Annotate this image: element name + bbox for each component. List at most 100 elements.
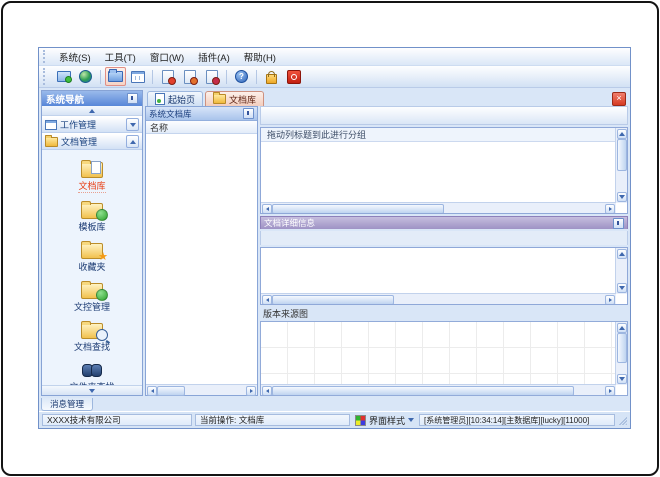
scroll-up-icon[interactable]	[617, 249, 627, 259]
grid-hscrollbar[interactable]	[261, 202, 616, 213]
pin-icon[interactable]	[613, 217, 624, 229]
sidebar-group-文档管理[interactable]: 文档管理	[42, 133, 142, 150]
scroll-left-icon[interactable]	[262, 295, 272, 304]
sidebar-items: 文档库模板库★收藏夹文控管理文档查找文件夹查找✓签出的文档	[42, 150, 142, 385]
chevron-button[interactable]	[126, 118, 139, 131]
sidebar-item-文控管理[interactable]: 文控管理	[47, 278, 137, 313]
doc-close-button[interactable]	[157, 67, 178, 86]
tree-panel-title: 系统文档库	[146, 107, 257, 121]
power-button[interactable]	[283, 67, 304, 86]
lock-button[interactable]	[261, 67, 282, 86]
status-operation: 当前操作: 文档库	[195, 414, 350, 426]
toolbar-grip[interactable]	[43, 68, 50, 85]
tree-column-header[interactable]: 名称	[146, 121, 257, 134]
badge-icon	[96, 329, 108, 341]
grid-icon	[45, 119, 57, 130]
sidebar-item-文档库[interactable]: 文档库	[47, 157, 137, 193]
grid-vscrollbar[interactable]	[615, 248, 627, 294]
ui-style-selector[interactable]: 界面样式	[353, 414, 416, 427]
tab-label: 起始页	[168, 94, 196, 105]
sidebar-expand-strip[interactable]	[42, 385, 142, 395]
menu-item[interactable]: 工具(T)	[98, 48, 143, 66]
document-panel: 拖动列标题到此进行分组 文档详细信息 版本来源图	[260, 106, 628, 396]
help-button[interactable]	[231, 67, 252, 86]
library-tree	[146, 134, 257, 384]
folder-window-button[interactable]	[105, 67, 126, 86]
scroll-left-icon[interactable]	[262, 204, 272, 213]
chevron-button[interactable]	[126, 135, 139, 148]
group-by-hint[interactable]: 拖动列标题到此进行分组	[261, 128, 616, 142]
toolbar-buttons	[53, 67, 304, 86]
scroll-right-icon[interactable]	[246, 386, 256, 396]
detail-panel-title: 文档详细信息	[264, 218, 316, 228]
sidebar-group-label: 文档管理	[61, 137, 98, 147]
tab-message-management[interactable]: 消息管理	[41, 398, 94, 411]
menu-item[interactable]: 帮助(H)	[237, 48, 283, 66]
scroll-thumb[interactable]	[272, 295, 394, 304]
main-area: 系统导航 工作管理文档管理文档库模板库★收藏夹文控管理文档查找文件夹查找✓签出的…	[39, 88, 630, 398]
sidebar-item-label: 模板库	[78, 222, 106, 232]
scroll-thumb[interactable]	[272, 386, 574, 395]
menu-grip[interactable]	[43, 50, 50, 63]
scroll-left-icon[interactable]	[262, 386, 272, 395]
pin-icon[interactable]	[127, 93, 138, 104]
folder-search-icon	[80, 321, 108, 341]
content-row: 系统文档库 名称 拖动列标题到此进行分组 文档详细信息 版本来源图	[145, 106, 628, 396]
scroll-up-icon[interactable]	[617, 323, 627, 333]
binoculars-shape	[82, 364, 102, 377]
menu-item[interactable]: 系统(S)	[52, 48, 98, 66]
toolbar-separator	[100, 69, 101, 84]
doc-close-icon	[161, 69, 176, 85]
scroll-down-icon[interactable]	[617, 192, 627, 202]
doc-import-button[interactable]	[201, 67, 222, 86]
scroll-right-icon[interactable]	[605, 204, 615, 213]
lock-icon	[266, 70, 277, 84]
tab-起始页[interactable]: 起始页	[147, 91, 204, 106]
document-tabbar: 起始页 文档库	[145, 90, 628, 106]
folder-icon	[45, 134, 58, 147]
bottom-tab-row: 消息管理	[39, 398, 630, 411]
sidebar-collapse-strip[interactable]	[42, 106, 142, 116]
chevron-down-icon	[89, 388, 95, 393]
scroll-thumb[interactable]	[157, 386, 185, 396]
tab-文档库[interactable]: 文档库	[205, 91, 265, 106]
close-icon[interactable]	[612, 92, 626, 106]
folder-icon	[213, 92, 227, 104]
scroll-left-icon[interactable]	[147, 386, 157, 396]
sidebar-item-收藏夹[interactable]: ★ 收藏夹	[47, 238, 137, 273]
scroll-right-icon[interactable]	[605, 386, 615, 395]
schedule-button[interactable]	[127, 67, 148, 86]
grid-hscrollbar[interactable]	[261, 293, 616, 304]
resize-grip[interactable]	[618, 415, 627, 425]
sidebar-item-文件夹查找[interactable]: 文件夹查找	[47, 358, 137, 385]
scroll-thumb[interactable]	[272, 204, 444, 213]
scroll-up-icon[interactable]	[617, 129, 627, 139]
version-graph-label: 版本来源图	[263, 308, 309, 319]
sidebar-item-模板库[interactable]: 模板库	[47, 198, 137, 233]
globe-icon	[79, 70, 92, 83]
doc-export-button[interactable]	[179, 67, 200, 86]
graph-hscrollbar[interactable]	[261, 384, 616, 395]
scroll-thumb[interactable]	[617, 139, 627, 171]
sidebar-group-工作管理[interactable]: 工作管理	[42, 116, 142, 133]
version-graph-box	[260, 321, 628, 396]
document-grid: 拖动列标题到此进行分组	[260, 127, 628, 214]
grid-vscrollbar[interactable]	[615, 128, 627, 203]
scroll-down-icon[interactable]	[617, 283, 627, 293]
menu-item[interactable]: 窗口(W)	[143, 48, 191, 66]
scroll-down-icon[interactable]	[617, 374, 627, 384]
menu-item[interactable]: 插件(A)	[191, 48, 237, 66]
sidebar-item-文档查找[interactable]: 文档查找	[47, 318, 137, 353]
version-graph-canvas[interactable]	[261, 322, 616, 385]
menu-bar: 系统(S) 工具(T) 窗口(W) 插件(A) 帮助(H)	[39, 48, 630, 66]
display-button[interactable]	[53, 67, 74, 86]
globe-button[interactable]	[75, 67, 96, 86]
chevron-up-icon	[129, 139, 136, 144]
pin-icon[interactable]	[243, 108, 254, 119]
scroll-thumb[interactable]	[617, 333, 627, 363]
tree-hscrollbar[interactable]	[146, 384, 257, 396]
graph-vscrollbar[interactable]	[615, 322, 627, 385]
nav-sidebar-title-label: 系统导航	[46, 94, 85, 106]
doc-export-icon	[183, 69, 198, 85]
scroll-right-icon[interactable]	[605, 295, 615, 304]
